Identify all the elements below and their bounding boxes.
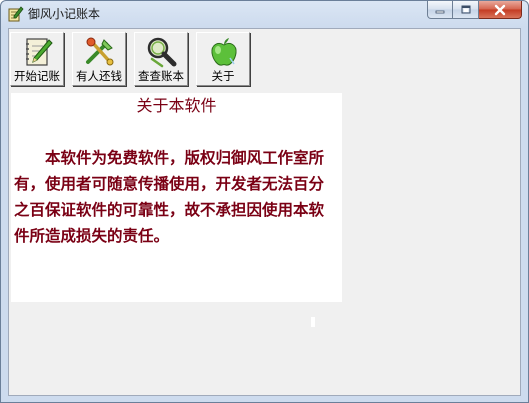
- magnifier-icon: [147, 37, 177, 68]
- about-button[interactable]: 关于: [196, 32, 250, 86]
- check-ledger-button[interactable]: 查查账本: [134, 32, 188, 86]
- maximize-icon: [461, 5, 470, 13]
- minimize-button[interactable]: [427, 1, 453, 19]
- start-accounting-label: 开始记账: [14, 69, 60, 83]
- caption-buttons: [427, 1, 522, 21]
- client-area: 开始记账 有人还钱 查查账本 关于 关于本软件 本软件为免费软件，版权归御风工作…: [8, 28, 521, 396]
- notebook-pencil-icon: [26, 38, 53, 66]
- about-body-text: 本软件为免费软件，版权归御风工作室所有，使用者可随意传播使用，开发者无法百分之百…: [14, 148, 325, 245]
- apple-icon: [211, 38, 237, 66]
- close-icon: [494, 4, 506, 15]
- toolbar: 开始记账 有人还钱 查查账本 关于: [10, 32, 250, 86]
- start-accounting-button[interactable]: 开始记账: [10, 32, 64, 86]
- someone-repaid-button[interactable]: 有人还钱: [72, 32, 126, 86]
- text-cursor: [311, 317, 315, 327]
- check-ledger-label: 查查账本: [138, 69, 184, 83]
- minimize-icon: [435, 10, 445, 13]
- title-bar[interactable]: 御风小记账本: [1, 1, 528, 27]
- about-panel: 关于本软件 本软件为免费软件，版权归御风工作室所有，使用者可随意传播使用，开发者…: [11, 93, 342, 302]
- someone-repaid-label: 有人还钱: [76, 69, 122, 83]
- about-label: 关于: [211, 69, 235, 83]
- window-title: 御风小记账本: [28, 7, 101, 21]
- about-heading: 关于本软件: [136, 96, 217, 115]
- app-window: 御风小记账本 开始记账 有人还钱 查查账本 关于 关于本软件 本软件为免费软件，…: [0, 0, 529, 403]
- maximize-button[interactable]: [453, 1, 479, 19]
- crossed-tools-icon: [86, 37, 114, 66]
- ledger-pen-icon: [8, 6, 24, 22]
- close-button[interactable]: [479, 1, 522, 19]
